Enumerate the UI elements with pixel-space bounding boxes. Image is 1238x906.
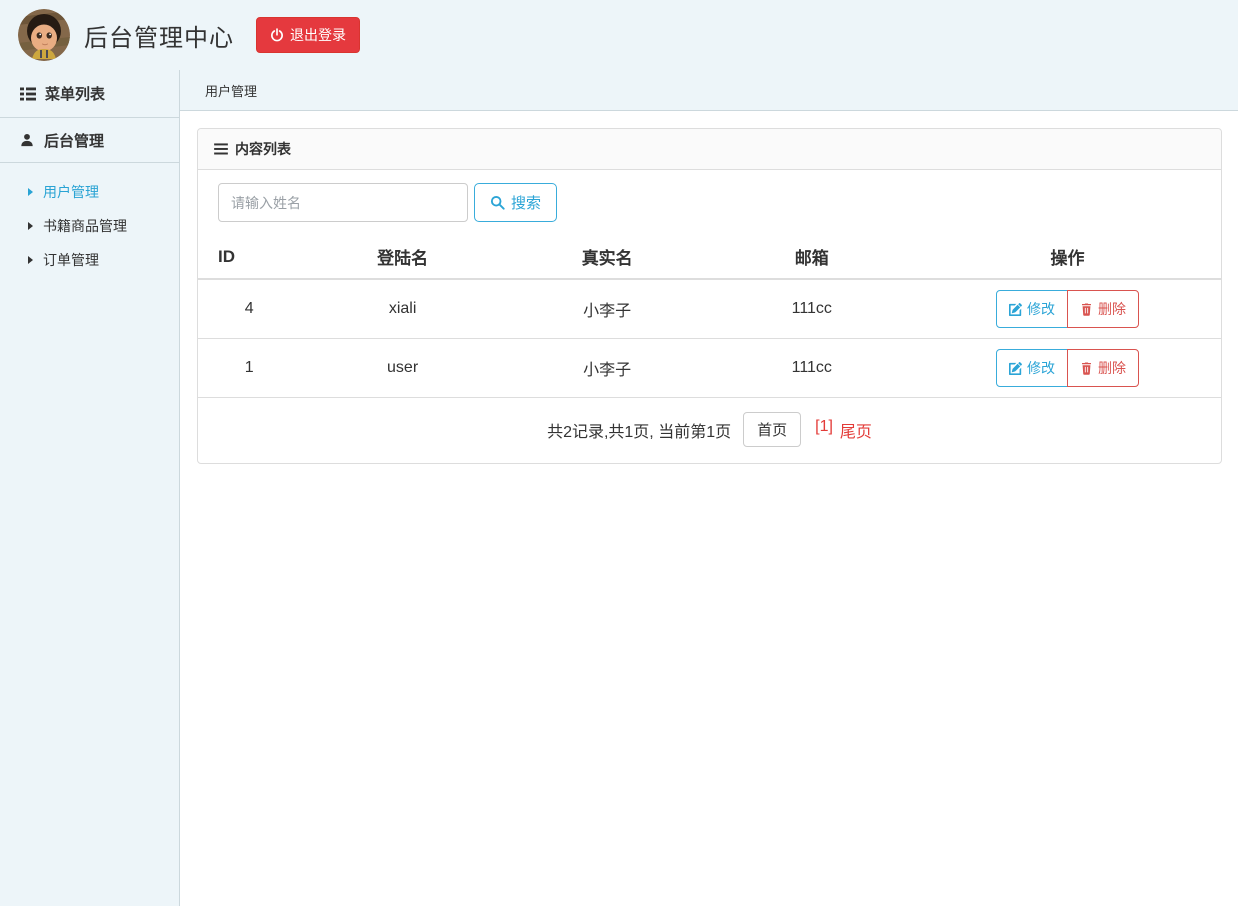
cell-id: 1 [198, 338, 301, 398]
column-header-operations: 操作 [914, 235, 1221, 280]
trash-icon [1080, 361, 1093, 375]
menu-lines-icon [214, 143, 228, 155]
cell-email: 111cc [709, 338, 915, 398]
column-header-email: 邮箱 [709, 235, 915, 280]
cell-realname: 小李子 [504, 338, 710, 398]
caret-right-icon [28, 188, 33, 196]
search-input[interactable] [218, 183, 468, 222]
avatar-image [18, 9, 70, 61]
sidebar-section-label: 后台管理 [44, 132, 105, 150]
edit-button[interactable]: 修改 [996, 349, 1069, 387]
column-header-realname: 真实名 [504, 235, 710, 280]
th-list-icon [20, 87, 36, 101]
pagination: 共2记录,共1页, 当前第1页 首页 [1] 尾页 [198, 398, 1221, 463]
edit-button-label: 修改 [1027, 360, 1056, 376]
breadcrumb-label: 用户管理 [205, 83, 258, 99]
cell-realname: 小李子 [504, 279, 710, 339]
search-icon [490, 195, 505, 210]
sidebar-submenu: 用户管理 书籍商品管理 订单管理 [0, 163, 179, 289]
edit-button-label: 修改 [1027, 301, 1056, 317]
sidebar-menu-title: 菜单列表 [0, 70, 179, 118]
cell-login: xiali [300, 279, 505, 339]
content-area: 用户管理 内容列表 请输入姓名 搜索 ID 登陆名 真实名 邮箱 操作 4 xi… [180, 70, 1238, 906]
users-table: ID 登陆名 真实名 邮箱 操作 4 xiali 小李子 111cc 修改 删除… [198, 235, 1221, 398]
power-icon [270, 28, 284, 42]
sidebar-item-label: 用户管理 [43, 184, 99, 200]
current-page-link[interactable]: [1] [815, 418, 833, 442]
logout-label: 退出登录 [290, 27, 346, 43]
delete-button[interactable]: 删除 [1067, 349, 1140, 387]
edit-icon [1009, 361, 1022, 375]
cell-email: 111cc [709, 279, 915, 339]
panel-header: 内容列表 [198, 129, 1221, 170]
sidebar-item-order-management[interactable]: 订单管理 [0, 243, 179, 277]
logout-button[interactable]: 退出登录 [256, 17, 360, 53]
search-button[interactable]: 搜索 [474, 183, 558, 222]
avatar [18, 9, 70, 61]
last-page-link[interactable]: 尾页 [840, 418, 872, 442]
delete-button-label: 删除 [1098, 301, 1127, 317]
cell-operations: 修改 删除 [914, 279, 1221, 339]
cell-operations: 修改 删除 [914, 338, 1221, 398]
pagination-summary: 共2记录,共1页, 当前第1页 [547, 423, 732, 441]
edit-icon [1009, 302, 1022, 316]
sidebar-item-label: 订单管理 [43, 252, 99, 268]
delete-button[interactable]: 删除 [1067, 290, 1140, 328]
app-header: 后台管理中心 退出登录 [0, 0, 1238, 70]
user-icon [20, 133, 34, 147]
breadcrumb: 用户管理 [180, 70, 1238, 111]
panel-title: 内容列表 [235, 141, 291, 157]
sidebar-item-book-management[interactable]: 书籍商品管理 [0, 209, 179, 243]
edit-button[interactable]: 修改 [996, 290, 1069, 328]
cell-id: 4 [198, 279, 301, 339]
main-area: 内容列表 搜索 [180, 111, 1238, 481]
column-header-id: ID [198, 235, 301, 280]
caret-right-icon [28, 256, 33, 264]
page-links: [1] 尾页 [815, 418, 872, 442]
search-row: 搜索 [198, 170, 1221, 235]
sidebar-item-user-management[interactable]: 用户管理 [0, 175, 179, 209]
sidebar: 菜单列表 后台管理 用户管理 书籍商品管理 订单管理 [0, 70, 180, 906]
sidebar-section-admin[interactable]: 后台管理 [0, 118, 179, 163]
page-title: 后台管理中心 [84, 24, 234, 52]
sidebar-menu-title-label: 菜单列表 [45, 86, 106, 103]
table-row: 4 xiali 小李子 111cc 修改 删除 [198, 279, 1221, 339]
column-header-login: 登陆名 [300, 235, 505, 280]
delete-button-label: 删除 [1098, 360, 1127, 376]
first-page-button[interactable]: 首页 [743, 412, 802, 447]
search-button-label: 搜索 [511, 195, 542, 212]
cell-login: user [300, 338, 505, 398]
caret-right-icon [28, 222, 33, 230]
sidebar-item-label: 书籍商品管理 [43, 218, 127, 234]
content-panel: 内容列表 搜索 [197, 128, 1222, 464]
table-row: 1 user 小李子 111cc 修改 删除 [198, 338, 1221, 398]
trash-icon [1080, 302, 1093, 316]
table-header-row: ID 登陆名 真实名 邮箱 操作 [198, 235, 1221, 280]
